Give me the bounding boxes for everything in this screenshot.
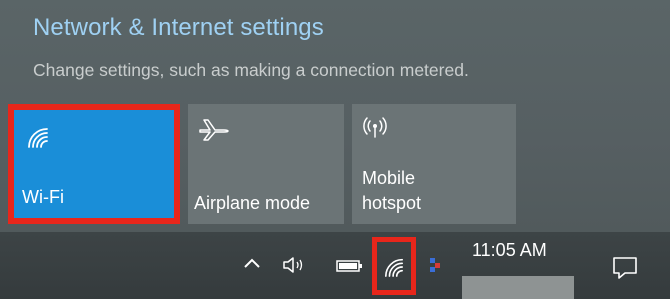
- app-icon[interactable]: [428, 256, 442, 279]
- taskbar-wifi-highlight[interactable]: [372, 237, 416, 295]
- notification-icon[interactable]: [612, 256, 638, 285]
- taskbar: 11:05 AM: [0, 232, 670, 299]
- network-settings-subtitle: Change settings, such as making a connec…: [33, 60, 469, 80]
- mobile-hotspot-label: Mobile hotspot: [362, 168, 422, 213]
- volume-icon[interactable]: [282, 256, 308, 279]
- airplane-mode-label: Airplane mode: [194, 193, 311, 213]
- wifi-label: Wi-Fi: [22, 187, 64, 207]
- airplane-icon: [198, 118, 230, 147]
- clock[interactable]: 11:05 AM: [472, 240, 547, 261]
- date-placeholder: [462, 276, 574, 299]
- network-flyout: Network & Internet settings Change setti…: [0, 0, 670, 232]
- mobile-hotspot-icon: [362, 116, 388, 143]
- wifi-icon: [383, 257, 405, 282]
- wifi-quick-action[interactable]: Wi-Fi: [8, 104, 180, 224]
- battery-icon[interactable]: [336, 259, 364, 278]
- airplane-mode-quick-action[interactable]: Airplane mode: [188, 104, 344, 224]
- network-settings-link[interactable]: Network & Internet settings: [33, 14, 324, 42]
- chevron-up-icon[interactable]: [243, 256, 261, 274]
- wifi-icon: [26, 126, 50, 153]
- mobile-hotspot-quick-action[interactable]: Mobile hotspot: [352, 104, 516, 224]
